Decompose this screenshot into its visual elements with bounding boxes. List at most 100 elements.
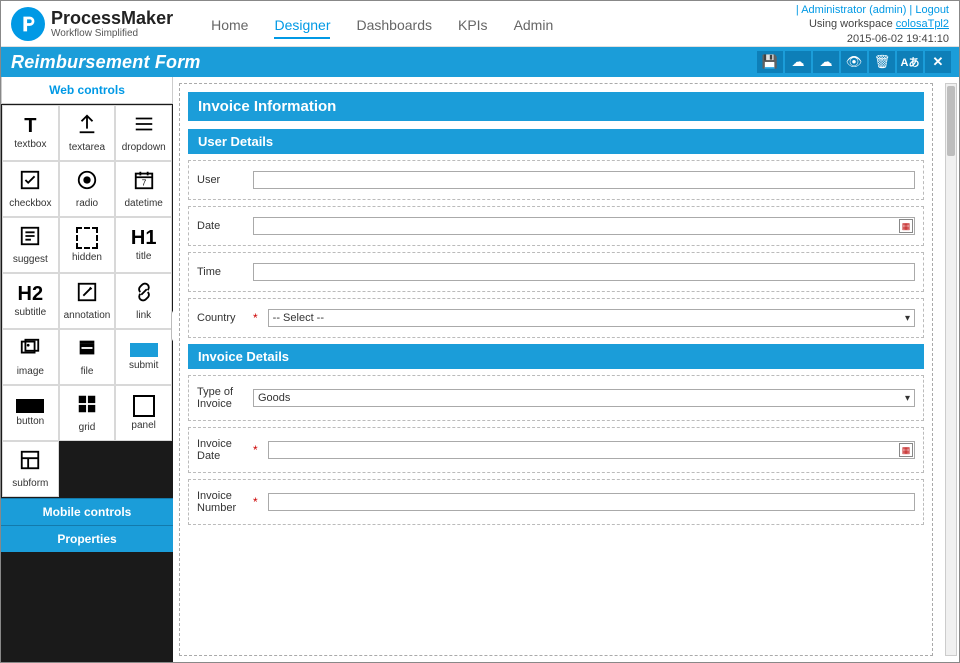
textbox-icon: T [24,116,36,136]
field-label: Invoice Date [197,438,245,462]
field-date[interactable]: Date ▦ [188,206,924,246]
calendar-icon[interactable]: ▦ [899,443,913,457]
group-user-details-title[interactable]: User Details [188,129,924,154]
field-label: Type of Invoice [197,386,245,410]
field-invoice-number[interactable]: Invoice Number * [188,479,924,525]
invoice-number-input[interactable] [268,493,915,511]
tool-radio[interactable]: radio [59,161,116,217]
tool-textbox[interactable]: T textbox [2,105,59,161]
scrollbar-thumb[interactable] [947,86,955,156]
invoice-date-input[interactable] [268,441,915,459]
tool-label: image [17,366,44,377]
tool-label: dropdown [122,142,166,153]
dropdown-icon [133,113,155,139]
datetime-icon: 7 [133,169,155,195]
date-input[interactable] [253,217,915,235]
tool-checkbox[interactable]: checkbox [2,161,59,217]
tool-link[interactable]: link [115,273,172,329]
button-icon [16,399,44,413]
invoice-type-select[interactable]: Goods [253,389,915,407]
title-icon: H1 [131,228,157,248]
tool-image[interactable]: image [2,329,59,385]
tool-label: subtitle [14,307,46,318]
language-icon[interactable]: Aあ [897,51,923,73]
tool-grid[interactable]: grid [59,385,116,441]
field-label: User [197,174,245,186]
textarea-icon [76,113,98,139]
panel-icon [133,395,155,417]
tool-textarea[interactable]: textarea [59,105,116,161]
logout-link[interactable]: Logout [915,4,949,16]
field-invoice-date[interactable]: Invoice Date * ▦ [188,427,924,473]
brand-logo: ProcessMaker Workflow Simplified [11,7,173,41]
tool-panel[interactable]: panel [115,385,172,441]
workspace-link[interactable]: colosaTpl2 [896,18,949,30]
checkbox-icon [19,169,41,195]
brand-glyph-icon [11,7,45,41]
tool-file[interactable]: file [59,329,116,385]
field-time[interactable]: Time [188,252,924,292]
tool-suggest[interactable]: suggest [2,217,59,273]
tool-label: hidden [72,252,102,263]
tool-label: link [136,310,151,321]
delete-icon[interactable]: 🗑 [869,51,895,73]
tool-datetime[interactable]: 7 datetime [115,161,172,217]
tool-annotation[interactable]: annotation [59,273,116,329]
preview-icon[interactable]: 👁 [841,51,867,73]
palette-web-header[interactable]: Web controls [1,77,173,104]
control-palette: Web controls T textbox textarea dropdown… [1,77,173,662]
tool-title[interactable]: H1 title [115,217,172,273]
save-icon[interactable]: 💾 [757,51,783,73]
tool-label: title [136,251,152,262]
field-user[interactable]: User [188,160,924,200]
tool-label: textarea [69,142,105,153]
hidden-icon [76,227,98,249]
tool-label: file [81,366,94,377]
nav-designer[interactable]: Designer [274,17,330,39]
tool-submit[interactable]: submit [115,329,172,385]
group-invoice-details-title[interactable]: Invoice Details [188,344,924,369]
tool-hidden[interactable]: hidden [59,217,116,273]
required-marker: * [253,443,258,457]
nav-kpis[interactable]: KPIs [458,17,488,39]
field-label: Date [197,220,245,232]
tool-label: subform [12,478,48,489]
canvas-scrollbar[interactable] [945,83,957,656]
export-icon[interactable]: ☁︎ [785,51,811,73]
time-input[interactable] [253,263,915,281]
user-meta: | Administrator (admin) | Logout Using w… [796,3,949,46]
admin-link[interactable]: Administrator (admin) [801,4,906,16]
user-input[interactable] [253,171,915,189]
form-canvas[interactable]: Invoice Information User Details User Da… [179,83,933,656]
field-invoice-type[interactable]: Type of Invoice Goods [188,375,924,421]
form-main-title[interactable]: Invoice Information [188,92,924,121]
server-timestamp: 2015-06-02 19:41:10 [796,32,949,46]
required-marker: * [253,311,258,325]
tool-subform[interactable]: subform [2,441,59,497]
tool-label: submit [129,360,158,371]
nav-home[interactable]: Home [211,17,248,39]
grid-icon [76,393,98,419]
tool-label: textbox [14,139,46,150]
country-select[interactable]: -- Select -- [268,309,915,327]
tool-label: radio [76,198,98,209]
calendar-icon[interactable]: ▦ [899,219,913,233]
nav-admin[interactable]: Admin [514,17,554,39]
tool-button[interactable]: button [2,385,59,441]
main-nav: Home Designer Dashboards KPIs Admin [211,17,553,39]
palette-mobile-header[interactable]: Mobile controls [1,498,173,525]
svg-text:7: 7 [141,179,146,188]
required-marker: * [253,495,258,509]
nav-dashboards[interactable]: Dashboards [356,17,432,39]
tool-label: button [16,416,44,427]
tool-dropdown[interactable]: dropdown [115,105,172,161]
tool-label: annotation [64,310,111,321]
radio-icon [76,169,98,195]
import-icon[interactable]: ☁︎ [813,51,839,73]
close-icon[interactable]: ✕ [925,51,951,73]
tool-label: suggest [13,254,48,265]
tool-subtitle[interactable]: H2 subtitle [2,273,59,329]
field-country[interactable]: Country * -- Select -- [188,298,924,338]
page-title-bar: Reimbursement Form 💾 ☁︎ ☁︎ 👁 🗑 Aあ ✕ [1,47,959,77]
palette-properties-header[interactable]: Properties [1,525,173,552]
